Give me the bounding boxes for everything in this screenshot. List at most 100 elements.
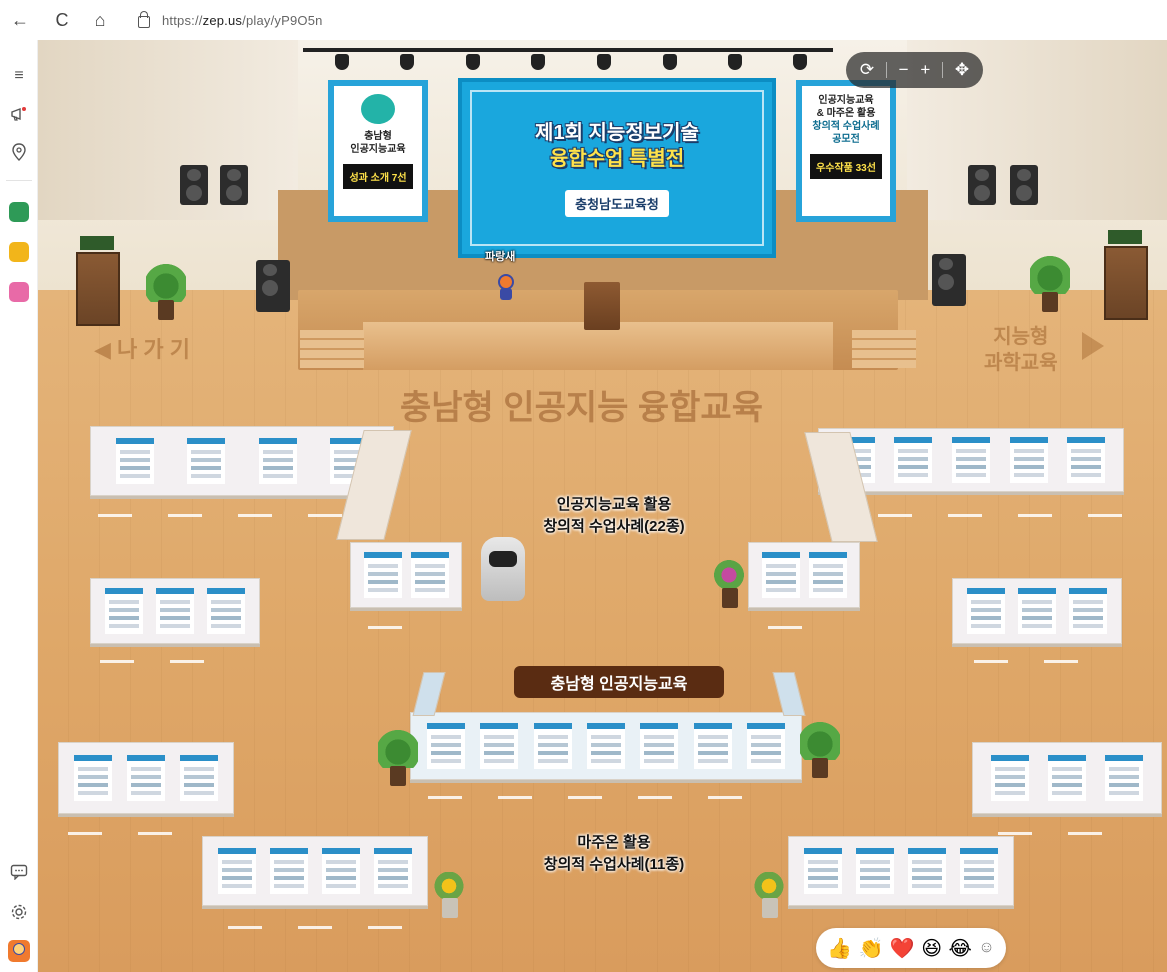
exhibit-panel[interactable] — [322, 848, 360, 894]
exhibit-panel[interactable] — [967, 588, 1006, 634]
screen-title-line1: 제1회 지능정보기술 — [535, 121, 699, 144]
exhibit-panel[interactable] — [270, 848, 308, 894]
speaker — [256, 260, 290, 312]
tears-joy-reaction[interactable]: 😂 — [949, 936, 972, 961]
booth-middle-right[interactable] — [952, 578, 1122, 644]
exhibit-panel[interactable] — [1009, 437, 1048, 483]
exhibit-panel[interactable] — [218, 848, 256, 894]
exhibit-panel[interactable] — [640, 723, 679, 769]
location-pin-icon[interactable] — [7, 140, 31, 164]
poster-right-line4: 공모전 — [832, 134, 860, 145]
poster-right-tag: 우수작품 33선 — [810, 154, 882, 179]
robot-npc[interactable] — [481, 537, 525, 601]
booth-top-left[interactable] — [90, 426, 394, 496]
address-bar[interactable]: https://zep.us/play/yP9O5n — [128, 5, 333, 35]
exhibit-panel[interactable] — [206, 588, 245, 634]
exhibit-panel[interactable] — [808, 552, 847, 598]
exhibit-panel[interactable] — [126, 755, 165, 801]
megaphone-icon[interactable] — [7, 102, 31, 126]
poster-left[interactable]: 충남형 인공지능교육 성과 소개 7선 — [328, 80, 428, 222]
exhibit-panel[interactable] — [960, 848, 998, 894]
door-right[interactable] — [1104, 246, 1148, 320]
booth-center[interactable] — [410, 712, 802, 780]
exhibit-panel[interactable] — [908, 848, 946, 894]
thumbs-up-reaction[interactable]: 👍 — [827, 936, 852, 961]
speaker — [180, 165, 208, 205]
potted-plant — [800, 720, 840, 780]
main-screen[interactable]: 제1회 지능정보기술 융합수업 특별전 충청남도교육청 — [458, 78, 776, 258]
exhibit-panel[interactable] — [951, 437, 990, 483]
exhibit-panel[interactable] — [480, 723, 519, 769]
exhibit-panel[interactable] — [105, 588, 144, 634]
heart-reaction[interactable]: ❤️ — [890, 936, 915, 961]
booth-bottom-left[interactable] — [202, 836, 428, 906]
exhibit-panel[interactable] — [761, 552, 800, 598]
floor-marking — [308, 514, 342, 517]
booth-top-right[interactable] — [818, 428, 1124, 492]
door-left[interactable] — [76, 252, 120, 326]
booth-center-right[interactable] — [748, 542, 860, 608]
booth-center-left[interactable] — [350, 542, 462, 608]
exhibit-panel[interactable] — [155, 588, 194, 634]
chat-icon[interactable] — [7, 860, 31, 884]
floor-marking — [68, 832, 102, 835]
exhibit-panel[interactable] — [586, 723, 625, 769]
exhibit-panel[interactable] — [1068, 588, 1107, 634]
move-view-icon[interactable]: ✥ — [955, 60, 969, 80]
app-tile-yellow-icon[interactable] — [9, 242, 29, 262]
gear-icon[interactable] — [7, 900, 31, 924]
exhibit-panel[interactable] — [1105, 755, 1144, 801]
exhibit-panel[interactable] — [1017, 588, 1056, 634]
exhibit-panel[interactable] — [74, 755, 113, 801]
floor-marking — [1044, 660, 1078, 663]
booth-lower-left[interactable] — [58, 742, 234, 814]
speaker — [220, 165, 248, 205]
lighting-truss — [303, 48, 833, 52]
back-arrow-icon[interactable]: ← — [6, 6, 34, 34]
app-tile-green-icon[interactable] — [9, 202, 29, 222]
exit-label-right[interactable]: 지능형 과학교육 — [984, 324, 1058, 376]
poster-left-line2: 인공지능교육 — [350, 144, 406, 155]
browser-toolbar: ← C ⌂ https://zep.us/play/yP9O5n — [0, 0, 1167, 40]
user-avatar-icon[interactable] — [8, 940, 30, 962]
camera-controls: ⟳ − + ✥ — [846, 52, 983, 88]
exhibit-panel[interactable] — [894, 437, 933, 483]
exhibit-panel[interactable] — [1047, 755, 1086, 801]
rotate-view-icon[interactable]: ⟳ — [860, 60, 874, 80]
exhibit-panel[interactable] — [115, 438, 154, 484]
exhibit-panel[interactable] — [693, 723, 732, 769]
exhibit-panel[interactable] — [856, 848, 894, 894]
booth-lower-right[interactable] — [972, 742, 1162, 814]
clap-reaction[interactable]: 👏 — [859, 936, 884, 961]
menu-icon[interactable]: ≡ — [7, 64, 31, 88]
floor-marking — [1018, 514, 1052, 517]
zoom-in-button[interactable]: + — [920, 60, 930, 80]
zoom-out-button[interactable]: − — [899, 60, 909, 80]
exhibit-panel[interactable] — [187, 438, 226, 484]
exit-label-left[interactable]: ◀ 나 가 기 — [94, 332, 190, 364]
exhibit-panel[interactable] — [1067, 437, 1106, 483]
poster-right[interactable]: 인공지능교육 & 마주온 활용 창의적 수업사례 공모전 우수작품 33선 — [796, 80, 896, 222]
game-viewport[interactable]: 제1회 지능정보기술 융합수업 특별전 충청남도교육청 충남형 인공지능교육 성… — [38, 40, 1167, 972]
exhibit-panel[interactable] — [374, 848, 412, 894]
home-icon[interactable]: ⌂ — [86, 6, 114, 34]
app-tile-pink-icon[interactable] — [9, 282, 29, 302]
potted-plant — [378, 728, 418, 788]
laugh-reaction[interactable]: 😆 — [921, 936, 942, 961]
exhibit-panel[interactable] — [363, 552, 402, 598]
player-avatar[interactable] — [496, 274, 516, 300]
exhibit-panel[interactable] — [179, 755, 218, 801]
exhibit-panel[interactable] — [804, 848, 842, 894]
exhibit-panel[interactable] — [533, 723, 572, 769]
reload-icon[interactable]: C — [48, 6, 76, 34]
exhibit-panel[interactable] — [990, 755, 1029, 801]
booth-bottom-right[interactable] — [788, 836, 1014, 906]
exhibit-panel[interactable] — [258, 438, 297, 484]
exhibit-panel[interactable] — [426, 723, 465, 769]
exhibit-panel[interactable] — [747, 723, 786, 769]
add-emoji-reaction[interactable]: ☺ — [978, 939, 994, 957]
exhibit-panel[interactable] — [410, 552, 449, 598]
floor-marking — [238, 514, 272, 517]
url-path: /play/yP9O5n — [242, 12, 323, 28]
booth-middle-left[interactable] — [90, 578, 260, 644]
